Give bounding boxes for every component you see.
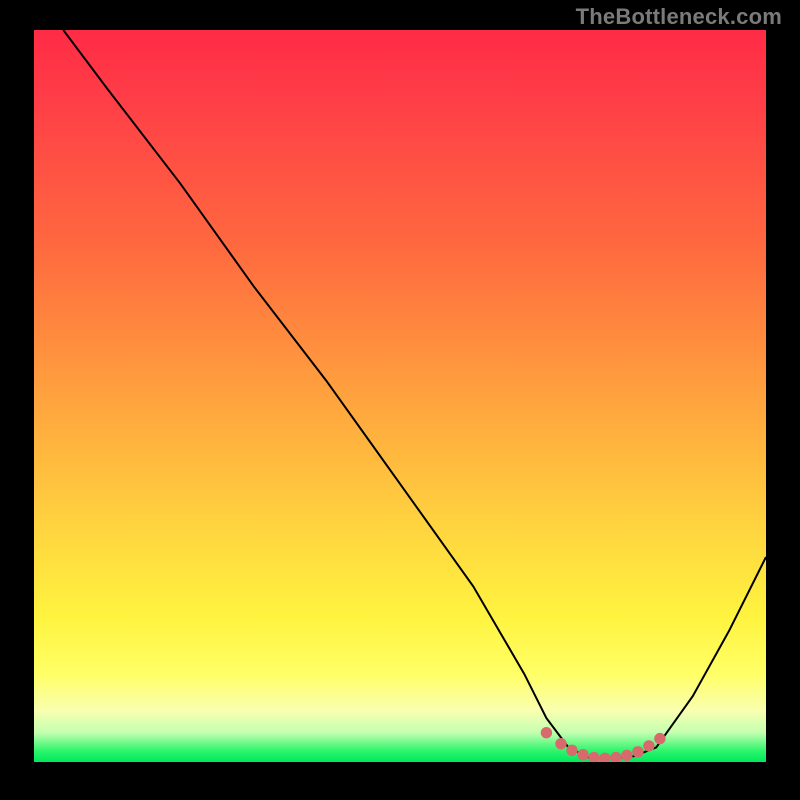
curve-marker bbox=[644, 741, 654, 751]
bottleneck-curve-line bbox=[63, 30, 766, 758]
curve-marker bbox=[567, 745, 577, 755]
watermark-label: TheBottleneck.com bbox=[576, 4, 782, 30]
chart-plot-area bbox=[34, 30, 766, 762]
curve-marker bbox=[589, 752, 599, 762]
curve-marker bbox=[655, 733, 665, 743]
curve-marker bbox=[556, 739, 566, 749]
curve-marker bbox=[578, 750, 588, 760]
curve-marker bbox=[622, 750, 632, 760]
chart-svg bbox=[34, 30, 766, 762]
curve-marker bbox=[611, 752, 621, 762]
curve-marker bbox=[600, 753, 610, 762]
marker-group bbox=[541, 728, 665, 763]
curve-marker bbox=[541, 728, 551, 738]
chart-frame: TheBottleneck.com bbox=[0, 0, 800, 800]
curve-marker bbox=[633, 747, 643, 757]
